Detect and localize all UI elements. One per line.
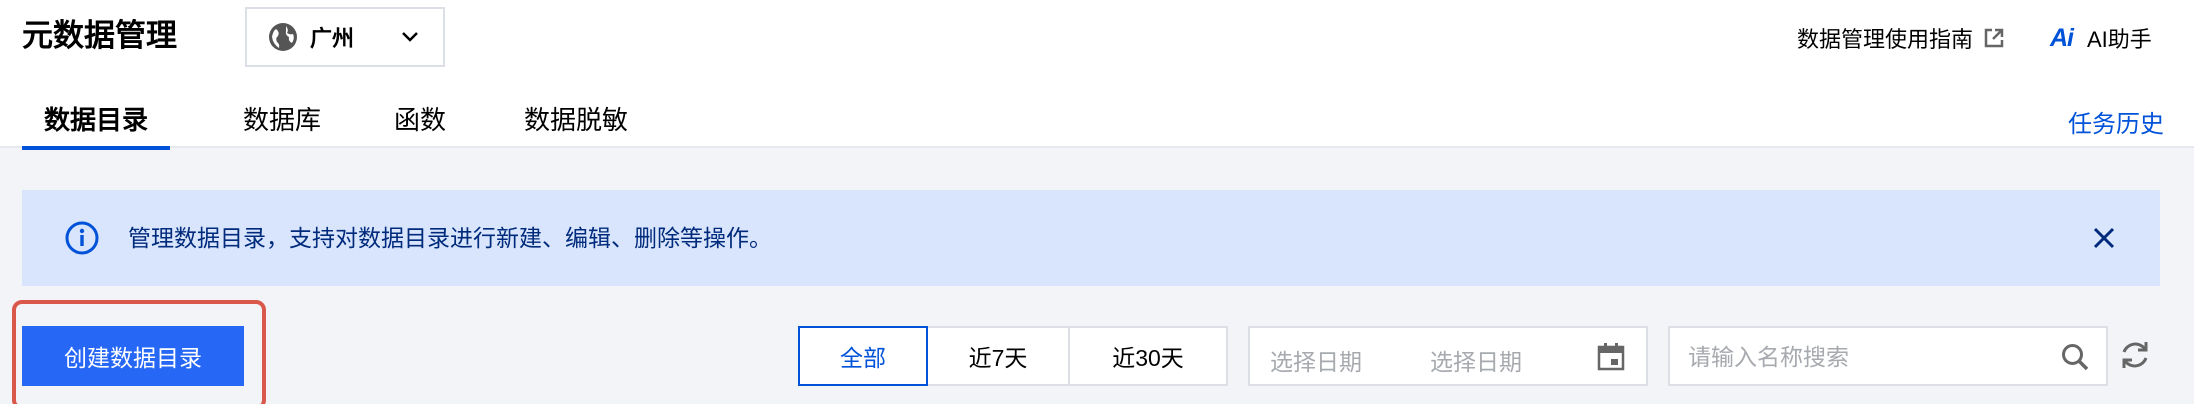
globe-icon [269,23,297,51]
region-select[interactable]: 广州 [245,7,445,67]
chevron-down-icon [402,32,418,42]
task-history-link[interactable]: 任务历史 [2068,104,2164,139]
refresh-icon[interactable] [2118,338,2152,372]
search-icon[interactable] [2060,342,2090,372]
filter-7-days[interactable]: 近7天 [926,326,1070,386]
ai-assistant-icon: Ai [2050,23,2074,52]
external-link-icon [1984,28,2004,48]
info-alert: 管理数据目录，支持对数据目录进行新建、编辑、删除等操作。 [22,190,2160,286]
tab-database[interactable]: 数据库 [222,100,342,148]
tab-label: 函数 [393,105,446,135]
filter-label: 近7天 [968,345,1028,371]
filter-label: 近30天 [1112,345,1184,371]
alert-message: 管理数据目录，支持对数据目录进行新建、编辑、删除等操作。 [128,225,772,251]
date-start-input[interactable]: 选择日期 [1270,343,1362,377]
usage-guide-link[interactable]: 数据管理使用指南 [1797,22,2005,54]
top-bar: 元数据管理 广州 数据管理使用指南 Ai AI助手 数据目录 数据库 函数 数据… [0,0,2194,150]
info-icon [65,221,99,255]
date-range-picker[interactable]: 选择日期 选择日期 [1248,326,1648,386]
tab-label: 数据目录 [43,105,148,135]
tab-data-masking[interactable]: 数据脱敏 [520,100,632,148]
filter-30-days[interactable]: 近30天 [1068,326,1228,386]
filter-all[interactable]: 全部 [798,326,928,386]
date-end-input[interactable]: 选择日期 [1430,343,1522,377]
tab-functions[interactable]: 函数 [380,100,460,148]
calendar-icon[interactable] [1596,342,1626,372]
filter-label: 全部 [840,345,886,371]
search-input[interactable] [1688,340,2048,374]
tab-data-catalog[interactable]: 数据目录 [22,100,170,150]
usage-guide-label: 数据管理使用指南 [1797,27,1974,52]
ai-assistant-button[interactable]: Ai AI助手 [2050,22,2152,54]
ai-assistant-label: AI助手 [2087,27,2152,52]
search-box [1668,326,2108,386]
page-title: 元数据管理 [22,18,177,53]
region-label: 广州 [310,26,355,51]
tab-active-indicator [22,146,170,150]
tab-label: 数据库 [242,105,321,135]
tab-label: 数据脱敏 [523,105,628,135]
create-catalog-button[interactable]: 创建数据目录 [22,326,244,386]
close-icon[interactable] [2090,224,2118,252]
